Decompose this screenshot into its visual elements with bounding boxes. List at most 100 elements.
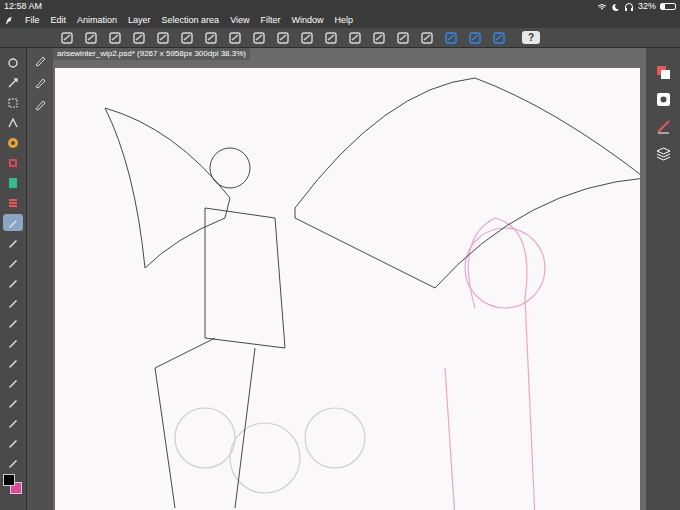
- toolbar-button-icon[interactable]: [84, 31, 98, 45]
- tool-icon: [6, 456, 20, 470]
- toolbar-button-icon[interactable]: [492, 31, 506, 45]
- tool-icon: [6, 396, 20, 410]
- tool-icon: [6, 56, 20, 70]
- tool-button[interactable]: [3, 114, 23, 131]
- tool-icon: [6, 76, 20, 90]
- toolbar-button-icon[interactable]: [252, 31, 266, 45]
- status-bar: 12:58 AM 32%: [0, 0, 680, 13]
- right-palette: [646, 48, 680, 510]
- menu-bar: File Edit Animation Layer Selection area View…: [0, 13, 680, 28]
- menu-item[interactable]: Help: [335, 16, 354, 25]
- toolbar-button-icon[interactable]: [276, 31, 290, 45]
- tool-icon: [6, 236, 20, 250]
- tool-list: [3, 54, 23, 471]
- sub-tool-icon[interactable]: [33, 76, 47, 90]
- toolbar-button-icon[interactable]: [372, 31, 386, 45]
- battery-icon: [660, 3, 676, 10]
- canvas[interactable]: [55, 68, 640, 510]
- tool-button[interactable]: [3, 274, 23, 291]
- sub-tool-icon[interactable]: [33, 54, 47, 68]
- tool-icon: [6, 216, 20, 230]
- toolbar-button-icon[interactable]: [396, 31, 410, 45]
- toolbar-button-icon[interactable]: [204, 31, 218, 45]
- tool-icon: [6, 416, 20, 430]
- tool-icon: [6, 256, 20, 270]
- toolbar-button-icon[interactable]: [228, 31, 242, 45]
- menu-item[interactable]: Animation: [77, 16, 117, 25]
- menu-item[interactable]: Selection area: [162, 16, 220, 25]
- palette-icon[interactable]: [655, 118, 672, 135]
- toolbar-button-icon[interactable]: [60, 31, 74, 45]
- palette-icon[interactable]: [655, 145, 672, 162]
- canvas-area: arisewinter_wip2.psd* (9267 x 5958px 300…: [53, 48, 646, 510]
- tool-icon: [6, 376, 20, 390]
- tool-palette: [0, 48, 27, 510]
- color-swatch[interactable]: [3, 474, 15, 486]
- tool-button[interactable]: [3, 354, 23, 371]
- tool-button[interactable]: [3, 334, 23, 351]
- battery-fill: [661, 4, 665, 9]
- tool-button[interactable]: [3, 294, 23, 311]
- workspace: arisewinter_wip2.psd* (9267 x 5958px 300…: [0, 48, 680, 510]
- tool-button[interactable]: [3, 94, 23, 111]
- toolbar-button-icon[interactable]: [468, 31, 482, 45]
- toolbar-button-icon[interactable]: [348, 31, 362, 45]
- document-tab[interactable]: arisewinter_wip2.psd* (9267 x 5958px 300…: [53, 48, 250, 60]
- time-text: 12:58 AM: [4, 2, 42, 11]
- tool-button[interactable]: [3, 234, 23, 251]
- tool-icon: [6, 156, 20, 170]
- toolbar: ?: [0, 28, 680, 48]
- tool-button[interactable]: [3, 74, 23, 91]
- status-icons: 32%: [597, 2, 676, 11]
- tool-button[interactable]: [3, 134, 23, 151]
- tool-button[interactable]: [3, 194, 23, 211]
- menu-item[interactable]: File: [25, 16, 40, 25]
- tool-icon: [6, 196, 20, 210]
- toolbar-button-icon[interactable]: [324, 31, 338, 45]
- toolbar-button-icon[interactable]: [300, 31, 314, 45]
- menu-item[interactable]: Window: [291, 16, 323, 25]
- menu-item[interactable]: Layer: [128, 16, 151, 25]
- tool-button[interactable]: [3, 414, 23, 431]
- toolbar-button-icon[interactable]: [156, 31, 170, 45]
- sub-tool-palette: [27, 48, 53, 510]
- tool-button[interactable]: [3, 154, 23, 171]
- wifi-icon: [597, 3, 607, 11]
- tool-icon: [6, 176, 20, 190]
- headphones-icon: [624, 3, 634, 11]
- toolbar-button-icon[interactable]: [180, 31, 194, 45]
- toolbar-button-icon[interactable]: [108, 31, 122, 45]
- tool-button[interactable]: [3, 174, 23, 191]
- toolbar-button-icon[interactable]: [444, 31, 458, 45]
- toolbar-button-icon[interactable]: [132, 31, 146, 45]
- tool-icon: [6, 436, 20, 450]
- tool-button[interactable]: [3, 54, 23, 71]
- tool-icon: [6, 276, 20, 290]
- document-tab-bar: arisewinter_wip2.psd* (9267 x 5958px 300…: [53, 48, 640, 60]
- tool-button[interactable]: [3, 394, 23, 411]
- tool-button[interactable]: [3, 254, 23, 271]
- tool-icon: [6, 116, 20, 130]
- tool-icon: [6, 316, 20, 330]
- help-button[interactable]: ?: [522, 31, 540, 44]
- tool-icon: [6, 296, 20, 310]
- tool-button[interactable]: [3, 434, 23, 451]
- menu-item[interactable]: Edit: [51, 16, 67, 25]
- toolbar-button-icon[interactable]: [420, 31, 434, 45]
- tool-icon: [6, 336, 20, 350]
- palette-icon[interactable]: [655, 64, 672, 81]
- tool-icon: [6, 356, 20, 370]
- tool-button[interactable]: [3, 314, 23, 331]
- color-swatches[interactable]: [3, 474, 23, 496]
- tool-button[interactable]: [3, 374, 23, 391]
- moon-icon: [611, 3, 620, 11]
- sub-tool-icon[interactable]: [33, 98, 47, 112]
- tool-button[interactable]: [3, 214, 23, 231]
- tool-button[interactable]: [3, 454, 23, 471]
- palette-icon[interactable]: [655, 91, 672, 108]
- tool-icon: [6, 136, 20, 150]
- battery-text: 32%: [638, 2, 656, 11]
- tool-icon: [6, 96, 20, 110]
- menu-item[interactable]: Filter: [260, 16, 280, 25]
- menu-item[interactable]: View: [230, 16, 249, 25]
